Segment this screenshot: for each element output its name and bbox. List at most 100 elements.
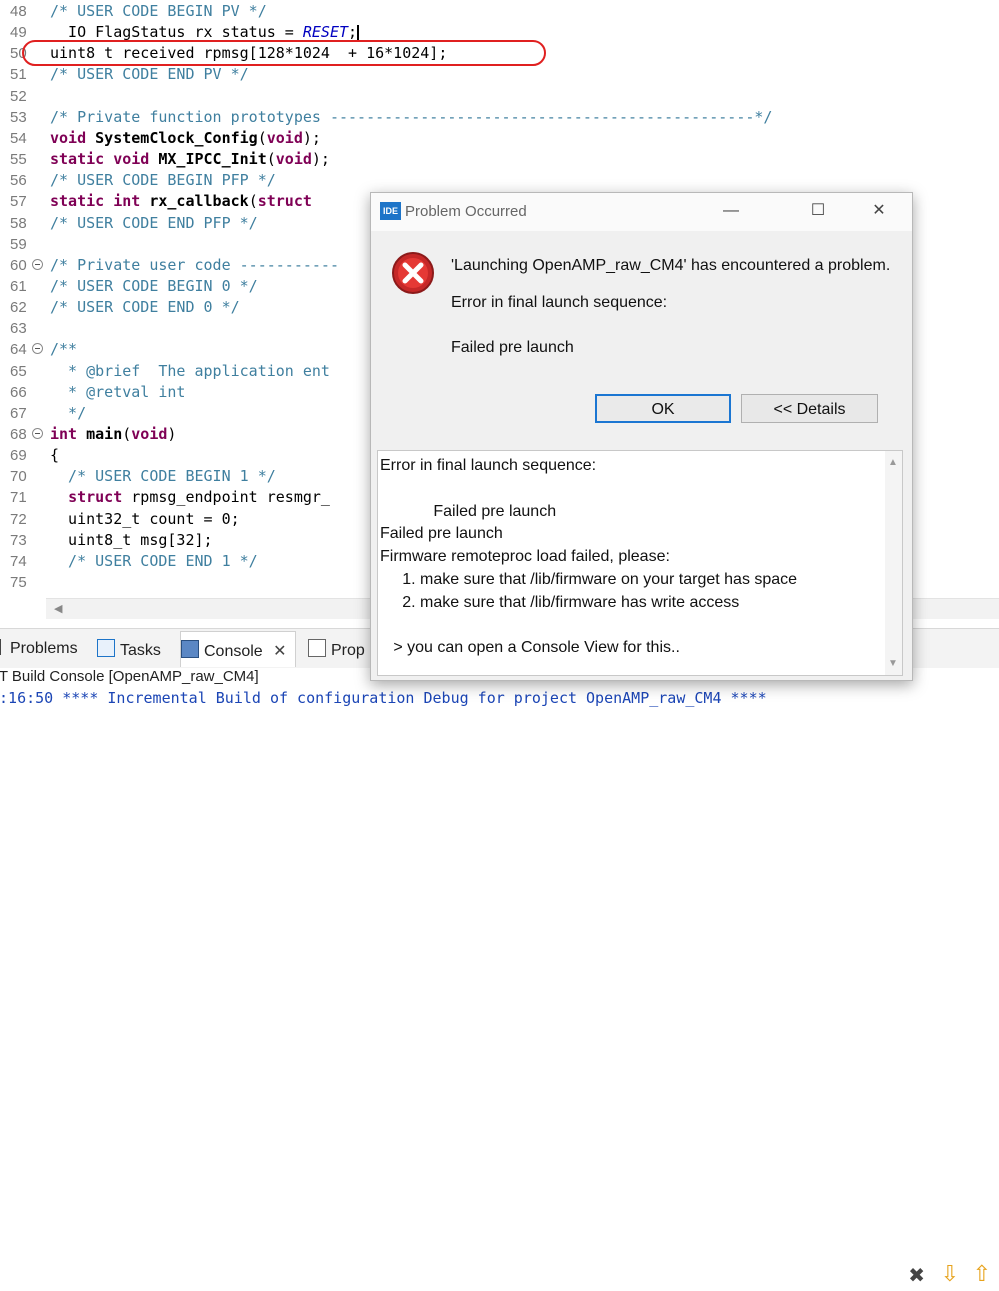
code-text: uint8_t msg[32]; <box>50 530 213 551</box>
code-line[interactable]: 53 /* Private function prototypes -------… <box>0 107 999 128</box>
line-number: 53 <box>10 108 27 126</box>
code-token: /* USER CODE BEGIN PV */ <box>50 2 267 20</box>
dialog-titlebar[interactable]: IDE Problem Occurred — ☐ ✕ <box>371 193 912 231</box>
line-number: 52 <box>10 87 27 105</box>
code-line[interactable]: 51 /* USER CODE END PV */ <box>0 64 999 85</box>
vertical-scrollbar[interactable]: ▲ ▼ <box>885 451 902 675</box>
tab-properties[interactable]: Prop <box>308 639 365 661</box>
line-number: 54 <box>10 129 27 147</box>
code-line[interactable]: 56 /* USER CODE BEGIN PFP */ <box>0 170 999 191</box>
details-button[interactable]: << Details <box>741 394 878 423</box>
code-line[interactable]: 48 /* USER CODE BEGIN PV */ <box>0 1 999 22</box>
code-token: /* USER CODE BEGIN 1 */ <box>50 467 276 486</box>
code-token: IO FlagStatus rx_status = <box>50 23 303 42</box>
code-token: struct <box>257 192 312 211</box>
arrow-up-icon[interactable]: ⇧ <box>973 1261 991 1287</box>
code-token: uint8_t msg[32]; <box>50 530 213 549</box>
dialog-title: Problem Occurred <box>405 203 527 220</box>
line-number: 75 <box>10 574 27 592</box>
close-icon[interactable]: ✕ <box>273 643 286 660</box>
scroll-down-icon[interactable]: ▼ <box>888 658 898 669</box>
fold-toggle-icon[interactable] <box>32 428 43 439</box>
code-text: * @brief The application ent <box>50 361 330 382</box>
code-line[interactable]: 52 <box>0 86 999 107</box>
code-token: /* USER CODE END PFP */ <box>50 213 258 232</box>
error-heading: Error in final launch sequence: <box>451 294 668 311</box>
code-text: void SystemClock_Config(void); <box>50 128 321 149</box>
code-token: /* USER CODE END 1 */ <box>50 551 258 570</box>
maximize-icon[interactable]: ☐ <box>798 197 838 225</box>
tab-tasks[interactable]: Tasks <box>97 639 161 661</box>
code-text: /* Private user code ----------- <box>50 255 339 276</box>
fold-toggle-icon[interactable] <box>32 258 43 270</box>
close-window-icon[interactable]: ✕ <box>859 197 899 225</box>
tab-problems[interactable]: Problems <box>0 639 78 661</box>
code-token: ( <box>266 150 276 169</box>
line-number: 66 <box>10 383 27 401</box>
ide-logo-icon: IDE <box>380 202 401 220</box>
code-text: struct rpmsg_endpoint resmgr_ <box>50 487 330 508</box>
ok-button[interactable]: OK <box>595 394 731 423</box>
problem-occurred-dialog: IDE Problem Occurred — ☐ ✕ 'Launching Op… <box>370 192 913 681</box>
code-token: /* USER CODE BEGIN PFP */ <box>50 171 276 190</box>
remove-launch-icon[interactable]: ✖ <box>908 1263 925 1288</box>
code-token: { <box>50 446 60 465</box>
code-text: int main(void) <box>50 424 176 445</box>
code-token: struct <box>68 488 123 507</box>
details-textarea[interactable]: Error in final launch sequence: Failed p… <box>377 450 903 676</box>
error-icon <box>392 252 434 294</box>
arrow-down-icon[interactable]: ⇩ <box>941 1261 959 1287</box>
code-line[interactable]: 55 static void MX_IPCC_Init(void); <box>0 149 999 170</box>
error-detail: Failed pre launch <box>451 339 574 356</box>
scroll-left-icon[interactable]: ◀ <box>54 602 62 615</box>
line-number: 57 <box>10 193 27 211</box>
code-token: void <box>275 150 312 169</box>
fold-toggle-icon[interactable] <box>32 343 43 355</box>
code-text: static void MX_IPCC_Init(void); <box>50 149 330 170</box>
code-token: * @brief The application ent <box>50 361 330 380</box>
tab-label: Console <box>204 643 263 660</box>
line-number: 51 <box>10 66 27 84</box>
code-text: /* USER CODE BEGIN 0 */ <box>50 276 258 297</box>
code-text: /* USER CODE END PFP */ <box>50 213 258 234</box>
code-token: main <box>86 425 123 443</box>
line-number: 62 <box>10 299 27 317</box>
code-token: ); <box>302 128 321 147</box>
line-number: 74 <box>10 552 27 570</box>
code-text: /* USER CODE END PV */ <box>50 64 249 85</box>
code-token: int <box>113 192 141 211</box>
minimize-icon[interactable]: — <box>711 197 751 225</box>
code-token: uint32_t count = 0; <box>50 509 240 528</box>
code-token: /* USER CODE END PV */ <box>50 65 249 84</box>
line-number: 61 <box>10 277 27 295</box>
code-token: */ <box>50 403 87 422</box>
code-token: static <box>50 150 105 169</box>
console-output-line: 8:16:50 **** Incremental Build of config… <box>0 689 999 711</box>
line-number: 70 <box>10 468 27 486</box>
code-token: /* USER CODE END 0 */ <box>50 298 240 317</box>
tab-console[interactable]: Console ✕ <box>180 631 296 667</box>
code-text: /** <box>50 339 77 360</box>
line-number: 58 <box>10 214 27 232</box>
code-token: rpmsg_endpoint resmgr_ <box>122 488 330 507</box>
code-text: /* Private function prototypes ---------… <box>50 107 772 128</box>
scroll-up-icon[interactable]: ▲ <box>888 457 898 468</box>
code-line[interactable]: 54 void SystemClock_Config(void); <box>0 128 999 149</box>
line-number: 65 <box>10 362 27 380</box>
code-text: /* USER CODE END 0 */ <box>50 297 240 318</box>
line-number: 67 <box>10 404 27 422</box>
line-number: 73 <box>10 531 27 549</box>
properties-icon <box>308 639 326 657</box>
code-token: * @retval int <box>50 382 186 401</box>
code-token: ; <box>348 23 358 42</box>
code-token: void <box>113 150 150 169</box>
line-number: 55 <box>10 151 27 169</box>
code-text: */ <box>50 403 86 424</box>
tab-label: Problems <box>10 640 78 657</box>
line-number: 72 <box>10 510 27 528</box>
problems-icon <box>0 639 5 655</box>
line-number: 71 <box>10 489 27 507</box>
console-icon <box>181 640 199 658</box>
